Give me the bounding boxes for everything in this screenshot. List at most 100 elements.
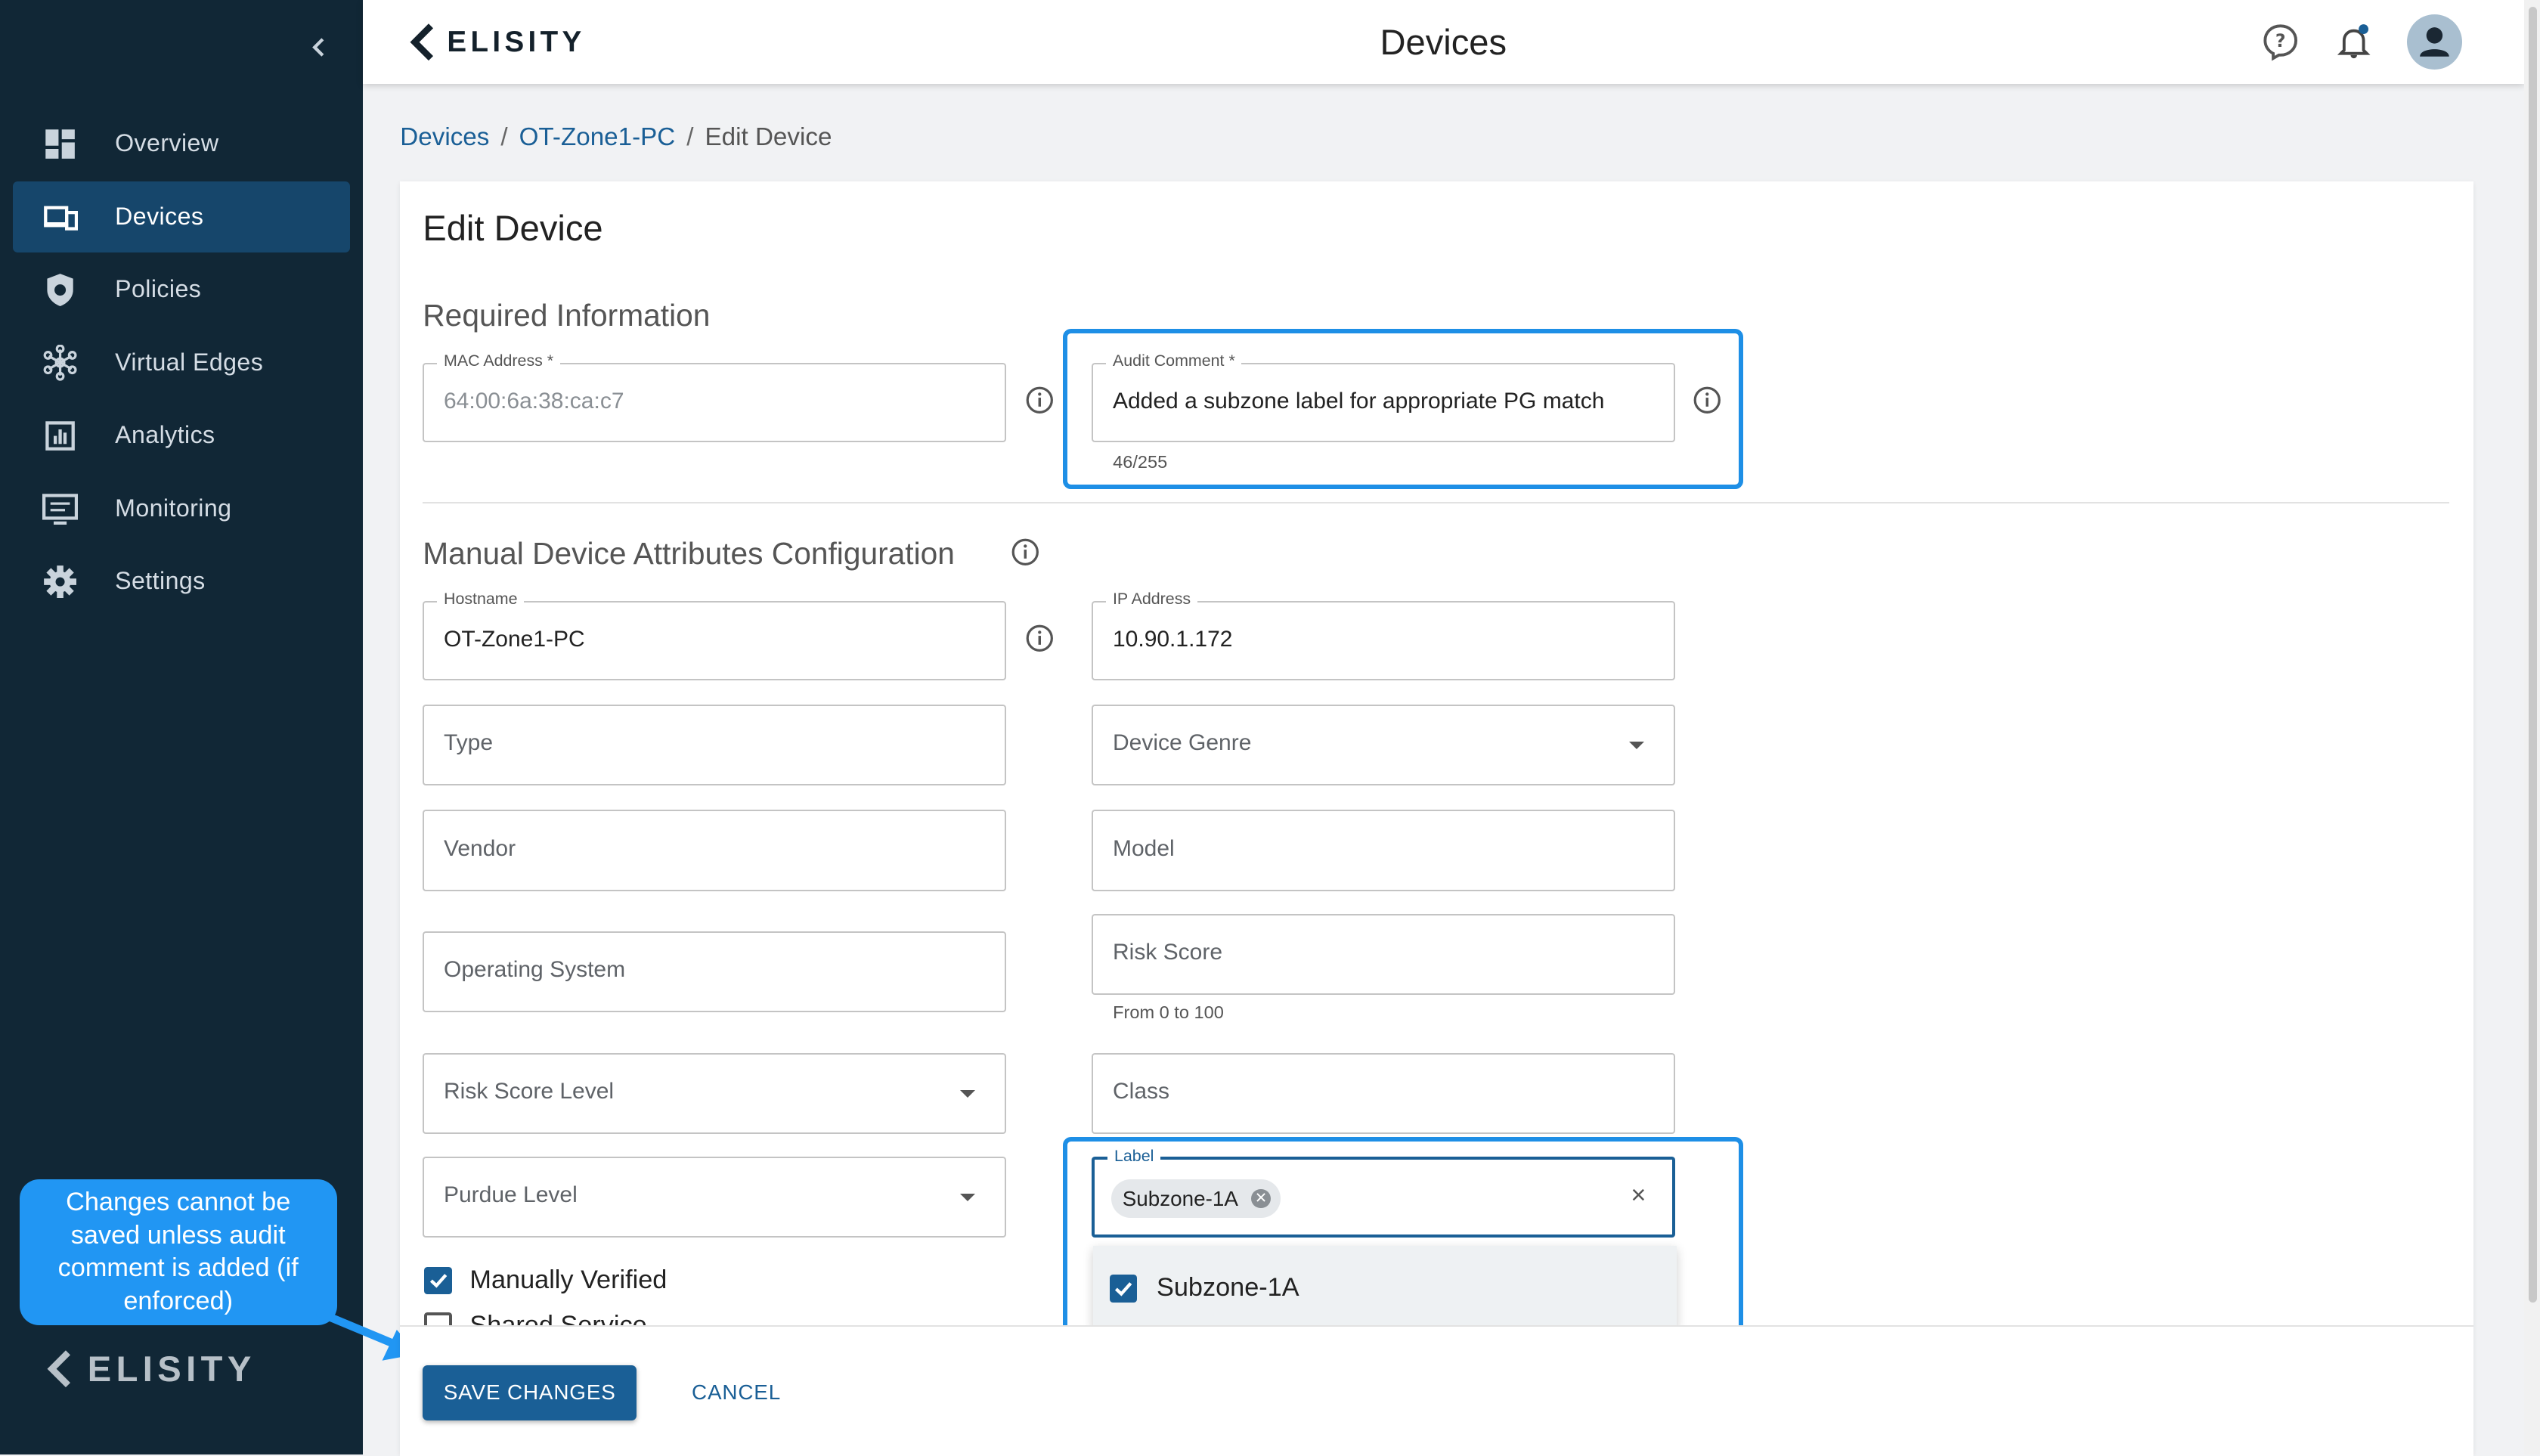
vendor-placeholder: Vendor — [443, 835, 516, 861]
breadcrumb: Devices / OT-Zone1-PC / Edit Device — [400, 123, 832, 152]
sidebar-logo-text: ELISITY — [87, 1348, 256, 1389]
sidebar-item-settings[interactable]: Settings — [13, 546, 350, 617]
sidebar-item-devices[interactable]: Devices — [13, 181, 350, 253]
collapse-chevron-icon[interactable] — [302, 29, 337, 65]
clear-icon[interactable]: × — [1631, 1181, 1646, 1210]
breadcrumb-devices[interactable]: Devices — [400, 123, 489, 151]
label-autocomplete[interactable]: Label Subzone-1A ✕ × — [1092, 1146, 1675, 1238]
sidebar-item-overview[interactable]: Overview — [13, 109, 350, 180]
audit-comment-value: Added a subzone label for appropriate PG… — [1112, 389, 1605, 414]
hostname-label: Hostname — [437, 589, 525, 609]
label-field-label: Label — [1107, 1146, 1160, 1166]
purdue-level-placeholder: Purdue Level — [443, 1182, 578, 1208]
operating-system-placeholder: Operating System — [443, 957, 626, 983]
operating-system-field[interactable]: Operating System — [423, 931, 1006, 1013]
audit-comment-label: Audit Comment * — [1106, 351, 1242, 370]
user-icon — [2420, 27, 2449, 57]
breadcrumb-current: Edit Device — [705, 122, 832, 151]
ip-address-field[interactable]: IP Address 10.90.1.172 — [1092, 589, 1675, 680]
hostname-field[interactable]: Hostname OT-Zone1-PC — [423, 589, 1006, 680]
label-chip[interactable]: Subzone-1A ✕ — [1110, 1179, 1281, 1219]
chevron-down-icon — [1629, 742, 1645, 749]
device-genre-placeholder: Device Genre — [1112, 730, 1252, 756]
help-icon[interactable]: ? — [2261, 23, 2300, 61]
callout-text: Changes cannot be saved unless audit com… — [57, 1187, 299, 1316]
network-nodes-icon — [43, 345, 77, 381]
purdue-level-select[interactable]: Purdue Level — [423, 1157, 1006, 1238]
page-scrollbar-thumb[interactable] — [2529, 6, 2537, 1303]
hostname-value: OT-Zone1-PC — [443, 627, 585, 652]
chevron-down-icon — [960, 1194, 976, 1201]
bell-icon[interactable] — [2334, 23, 2373, 61]
monitor-icon — [42, 494, 78, 525]
class-placeholder: Class — [1112, 1078, 1169, 1104]
sidebar-item-virtual-edges[interactable]: Virtual Edges — [13, 327, 350, 398]
class-field[interactable]: Class — [1092, 1052, 1675, 1134]
info-icon[interactable] — [1693, 386, 1722, 415]
sidebar-item-label: Policies — [115, 275, 202, 303]
svg-text:?: ? — [2275, 30, 2286, 51]
form-footer: SAVE CHANGES CANCEL — [400, 1324, 2474, 1456]
avatar[interactable] — [2407, 14, 2463, 70]
manually-verified-label: Manually Verified — [469, 1265, 668, 1294]
ip-address-value: 10.90.1.172 — [1112, 627, 1233, 652]
audit-comment-counter: 46/255 — [1113, 451, 1168, 472]
label-dropdown: Subzone-1A — [1093, 1245, 1677, 1331]
info-icon[interactable] — [1025, 624, 1055, 653]
section-divider — [423, 502, 2449, 504]
page-title: Devices — [1380, 21, 1507, 62]
type-field[interactable]: Type — [423, 705, 1006, 786]
ip-address-label: IP Address — [1106, 589, 1197, 609]
sidebar-item-label: Monitoring — [115, 494, 232, 522]
risk-score-field[interactable]: Risk Score — [1092, 913, 1675, 995]
dropdown-option-label: Subzone-1A — [1156, 1273, 1299, 1303]
gear-icon — [43, 565, 76, 598]
sidebar-item-label: Overview — [115, 129, 219, 157]
manually-verified-checkbox[interactable] — [424, 1266, 452, 1295]
form-title: Edit Device — [423, 208, 603, 249]
dropdown-option-subzone[interactable]: Subzone-1A — [1093, 1245, 1677, 1331]
breadcrumb-device[interactable]: OT-Zone1-PC — [519, 123, 676, 151]
cancel-button[interactable]: CANCEL — [692, 1365, 781, 1420]
sidebar-item-analytics[interactable]: Analytics — [13, 400, 350, 471]
dashboard-icon — [45, 129, 75, 159]
sidebar-item-label: Virtual Edges — [115, 348, 264, 376]
top-header: ELISITY Devices ? — [363, 0, 2524, 85]
vendor-field[interactable]: Vendor — [423, 810, 1006, 891]
model-placeholder: Model — [1112, 835, 1175, 861]
devices-icon — [43, 206, 78, 231]
sidebar-item-policies[interactable]: Policies — [13, 254, 350, 325]
app-root: Overview Devices Policies Virtual Edges … — [0, 0, 2540, 1456]
sidebar-item-monitoring[interactable]: Monitoring — [13, 473, 350, 544]
sidebar-logo: ELISITY — [45, 1348, 256, 1389]
required-section-title: Required Information — [423, 298, 711, 333]
info-icon[interactable] — [1011, 537, 1040, 567]
shield-icon — [47, 274, 73, 306]
save-changes-button[interactable]: SAVE CHANGES — [423, 1365, 637, 1421]
model-field[interactable]: Model — [1092, 810, 1675, 891]
sidebar-item-label: Devices — [115, 202, 204, 230]
sidebar-item-label: Settings — [115, 566, 206, 594]
chevron-down-icon — [960, 1089, 976, 1098]
elisity-mark-icon — [47, 1349, 71, 1387]
risk-score-helper: From 0 to 100 — [1113, 1002, 1224, 1023]
mac-address-field[interactable]: MAC Address * 64:00:6a:38:ca:c7 — [423, 351, 1006, 442]
manual-section-title: Manual Device Attributes Configuration — [423, 536, 955, 572]
type-placeholder: Type — [443, 730, 494, 756]
audit-callout: Changes cannot be saved unless audit com… — [19, 1179, 337, 1325]
sidebar-item-label: Analytics — [115, 421, 215, 449]
breadcrumb-separator: / — [686, 122, 694, 151]
bar-chart-icon — [45, 421, 75, 451]
risk-score-level-placeholder: Risk Score Level — [443, 1078, 615, 1104]
risk-score-placeholder: Risk Score — [1112, 939, 1223, 965]
chip-remove-icon[interactable]: ✕ — [1251, 1188, 1271, 1209]
audit-comment-field[interactable]: Audit Comment * Added a subzone label fo… — [1092, 351, 1675, 442]
breadcrumb-separator: / — [500, 122, 508, 151]
checkbox-checked-icon[interactable] — [1109, 1275, 1138, 1303]
label-chip-text: Subzone-1A — [1122, 1186, 1238, 1210]
info-icon[interactable] — [1025, 386, 1055, 415]
risk-score-level-select[interactable]: Risk Score Level — [423, 1052, 1006, 1134]
mac-address-label: MAC Address * — [437, 351, 560, 370]
edit-device-card: Edit Device Required Information MAC Add… — [400, 181, 2474, 1456]
device-genre-select[interactable]: Device Genre — [1092, 705, 1675, 786]
